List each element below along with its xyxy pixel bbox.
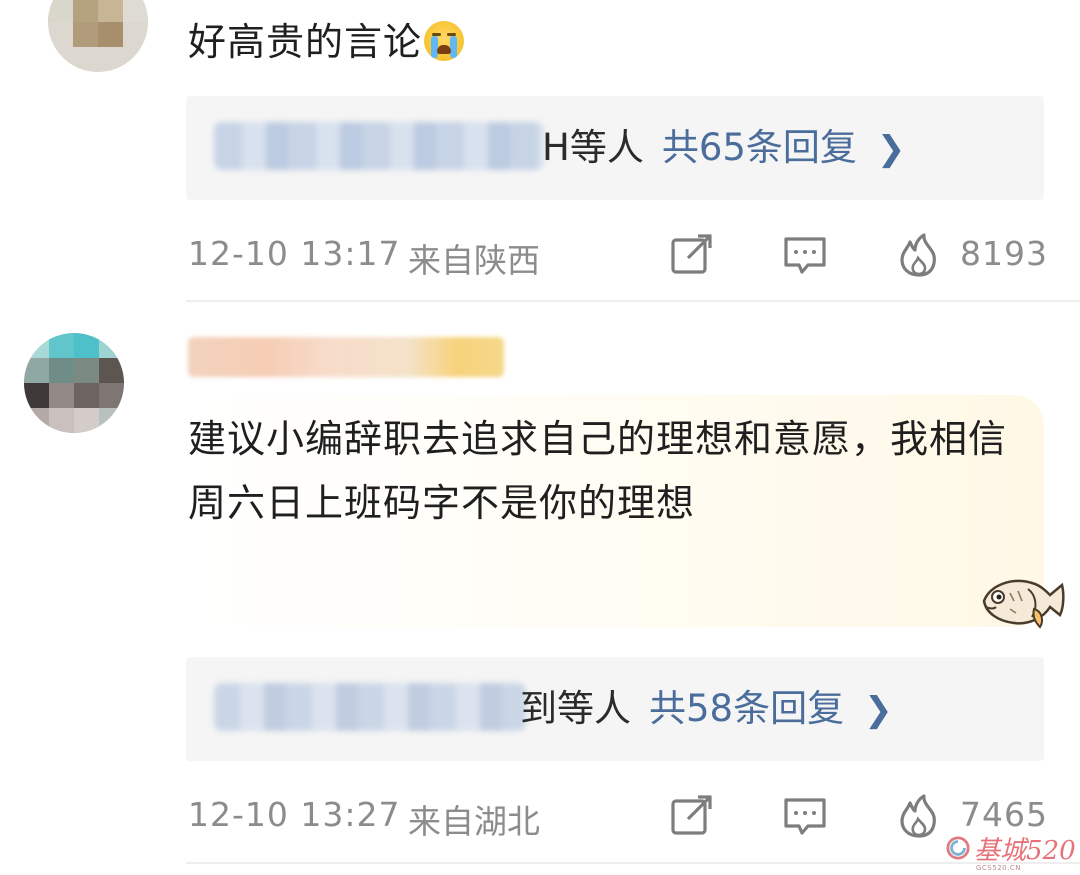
watermark-subtext: GCS520.CN (976, 864, 1021, 872)
reply-preview[interactable]: H等人 共65条回复 ❯ (186, 96, 1044, 200)
comment-bubble-icon[interactable] (782, 793, 828, 839)
like-count: 8193 (960, 234, 1048, 273)
comment-meta: 12-10 13:27 来自湖北 7465 (188, 791, 1048, 841)
blurred-username[interactable] (188, 337, 504, 377)
reply-summary[interactable]: 到等人 共58条回复 ❯ (520, 685, 893, 734)
reply-preview[interactable]: 到等人 共58条回复 ❯ (186, 657, 1044, 761)
fire-icon[interactable] (896, 232, 942, 278)
watermark-logo-icon (946, 836, 970, 860)
share-edit-icon[interactable] (668, 232, 714, 278)
comment-item: 好高贵的言论 H等人 共65条回复 ❯ 12-10 13:17 来自陕西 8193 (0, 0, 1080, 300)
timestamp: 12-10 13:27 (188, 795, 401, 834)
comment-text: 建议小编辞职去追求自己的理想和意愿，我相信周六日上班码字不是你的理想 (188, 417, 1008, 525)
reply-users-suffix: H等人 (542, 126, 644, 169)
watermark-text: 基城520 (974, 836, 1076, 866)
blurred-reply-usernames (214, 122, 544, 170)
reply-summary[interactable]: H等人 共65条回复 ❯ (542, 124, 905, 173)
reply-count-link[interactable]: 共65条回复 (662, 126, 857, 169)
share-edit-icon[interactable] (668, 793, 714, 839)
timestamp: 12-10 13:17 (188, 234, 401, 273)
comment-divider (186, 300, 1080, 302)
like-count: 7465 (960, 795, 1048, 834)
fish-sticker (982, 579, 1065, 629)
location: 来自湖北 (408, 802, 540, 841)
fire-icon[interactable] (896, 793, 942, 839)
location: 来自陕西 (408, 241, 540, 280)
reply-users-suffix: 到等人 (520, 687, 631, 730)
blurred-reply-usernames (214, 683, 526, 731)
reply-count-link[interactable]: 共58条回复 (649, 687, 844, 730)
avatar[interactable] (48, 0, 148, 72)
comment-text: 好高贵的言论 (188, 10, 465, 74)
site-watermark: 基城520 GCS520.CN (946, 830, 1080, 875)
crying-face-emoji (424, 21, 465, 61)
comment-item: 建议小编辞职去追求自己的理想和意愿，我相信周六日上班码字不是你的理想 到等人 共5… (0, 303, 1080, 875)
avatar[interactable] (24, 333, 124, 433)
chevron-right-icon: ❯ (876, 129, 906, 169)
chevron-right-icon: ❯ (864, 690, 893, 730)
comment-meta: 12-10 13:17 来自陕西 8193 (188, 230, 1048, 280)
comment-bubble-icon[interactable] (782, 232, 828, 278)
